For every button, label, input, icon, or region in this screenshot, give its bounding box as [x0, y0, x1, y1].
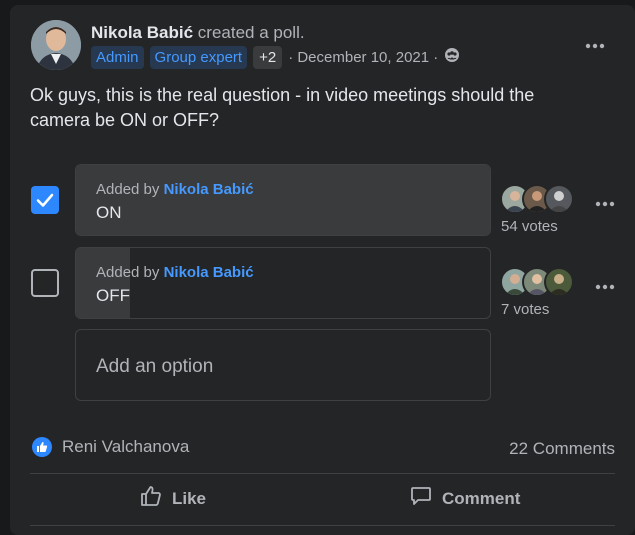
post-meta: Admin Group expert +2 · December 10, 202… [91, 45, 460, 69]
group-icon [444, 47, 460, 67]
added-by-name[interactable]: Nikola Babić [164, 181, 254, 198]
post-header: Nikola Babić created a poll. [91, 23, 305, 43]
add-option-placeholder: Add an option [96, 356, 214, 377]
poll-option-off[interactable]: Added by Nikola Babić OFF [75, 247, 491, 319]
divider [30, 473, 615, 474]
reactions-summary[interactable]: Reni Valchanova [32, 437, 189, 457]
comment-label: Comment [442, 488, 521, 508]
comment-icon [410, 485, 432, 512]
author-name[interactable]: Nikola Babić [91, 23, 193, 42]
more-icon[interactable] [585, 35, 605, 49]
added-by-name[interactable]: Nikola Babić [164, 264, 254, 281]
like-icon [32, 437, 52, 457]
vote-count[interactable]: 54 votes [501, 218, 558, 235]
option-label: ON [96, 203, 122, 222]
vote-count[interactable]: 7 votes [501, 301, 549, 318]
option-off-checkbox[interactable] [31, 269, 59, 297]
post-action-text: created a poll. [197, 23, 305, 42]
badge-admin[interactable]: Admin [91, 45, 144, 69]
badge-group-expert[interactable]: Group expert [149, 45, 248, 69]
vote-bar [76, 248, 130, 318]
option-added-by: Added by Nikola Babić [96, 181, 254, 198]
vote-bar [76, 165, 490, 235]
option-more-icon[interactable] [595, 195, 615, 207]
poll-option-on[interactable]: Added by Nikola Babić ON [75, 164, 491, 236]
voter-avatars[interactable] [500, 267, 574, 297]
post-date[interactable]: · December 10, 2021 · [288, 49, 438, 66]
voter-avatars[interactable] [500, 184, 574, 214]
voter-avatar [544, 184, 574, 214]
check-icon [36, 193, 54, 207]
added-by-label: Added by [96, 264, 160, 281]
divider [30, 525, 615, 526]
comments-count[interactable]: 22 Comments [509, 439, 615, 459]
reactors-name: Reni Valchanova [62, 437, 190, 456]
like-label: Like [172, 488, 207, 508]
option-more-icon[interactable] [595, 278, 615, 290]
comment-button[interactable]: Comment [410, 485, 520, 512]
voter-avatar [544, 267, 574, 297]
author-avatar[interactable] [31, 20, 81, 70]
option-on-checkbox[interactable] [31, 186, 59, 214]
option-added-by: Added by Nikola Babić [96, 264, 254, 281]
option-label: OFF [96, 286, 130, 305]
badge-more[interactable]: +2 [253, 45, 283, 69]
thumbs-up-icon [140, 485, 162, 512]
post-card: Nikola Babić created a poll. Admin Group… [10, 5, 635, 535]
post-text: Ok guys, this is the real question - in … [30, 85, 535, 130]
added-by-label: Added by [96, 181, 160, 198]
like-button[interactable]: Like [140, 485, 206, 512]
add-option-input[interactable]: Add an option [75, 329, 491, 401]
